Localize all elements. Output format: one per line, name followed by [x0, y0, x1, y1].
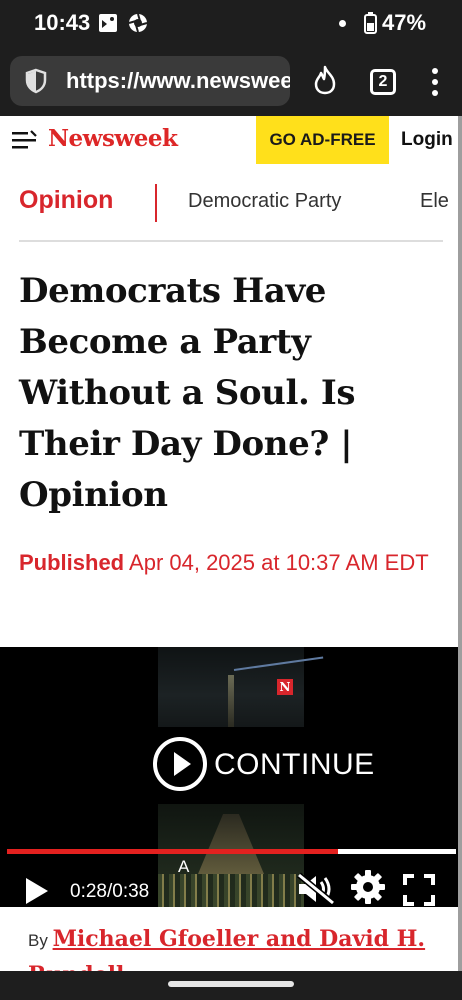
aperture-icon [128, 13, 148, 33]
tabs-icon[interactable]: 2 [370, 69, 396, 95]
section-link-democratic-party[interactable]: Democratic Party [188, 190, 341, 213]
battery-percent: 47% [382, 10, 427, 35]
continue-button[interactable]: CONTINUE [152, 736, 392, 796]
status-bar: 10:43 47% [0, 0, 462, 48]
section-nav: Opinion Democratic Party Ele [0, 176, 458, 230]
current-time: 0:28 [70, 881, 107, 902]
login-button[interactable]: Login [395, 116, 458, 164]
newsweek-badge: N [277, 679, 293, 695]
navigation-bar [0, 971, 462, 1000]
flame-icon[interactable] [312, 65, 338, 95]
tower-top [228, 675, 234, 727]
site-header: Newsweek GO AD-FREE Login [0, 116, 458, 164]
mute-icon[interactable] [296, 872, 336, 906]
notification-dot [339, 20, 346, 27]
article-headline: Democrats Have Become a Party Without a … [19, 271, 356, 515]
video-progress-fill [7, 849, 338, 854]
caption-mark: A [178, 857, 190, 876]
web-page: Newsweek GO AD-FREE Login Opinion Democr… [0, 116, 458, 971]
menu-icon[interactable] [12, 130, 40, 150]
video-time: 0:28/0:38 [70, 881, 149, 903]
byline-prefix: By [28, 931, 48, 950]
video-player[interactable]: N CONTINUE A 0:28/0:38 [0, 647, 458, 907]
image-icon [99, 14, 117, 32]
shield-icon[interactable] [24, 68, 48, 94]
byline: By Michael Gfoeller and David H. Rundell [28, 922, 448, 971]
play-circle-icon[interactable] [152, 736, 208, 792]
publish-date: Published Apr 04, 2025 at 10:37 AM EDT [19, 542, 444, 584]
browser-toolbar: https://www.newsweek.com 2 [0, 48, 462, 116]
published-date: Apr 04, 2025 at 10:37 AM EDT [129, 550, 429, 575]
light-beam [233, 656, 324, 671]
newsweek-logo[interactable]: Newsweek [48, 125, 178, 152]
battery-icon [364, 12, 377, 34]
scrollbar[interactable] [458, 116, 462, 971]
tower-base [198, 814, 264, 874]
home-gesture-handle[interactable] [168, 981, 294, 987]
author-link[interactable]: Michael Gfoeller and David H. Rundell [28, 926, 425, 971]
published-label: Published [19, 550, 125, 575]
duration: 0:38 [112, 881, 150, 902]
section-link-elections[interactable]: Ele [420, 190, 449, 213]
more-vert-icon[interactable] [425, 66, 445, 98]
continue-label[interactable]: CONTINUE [214, 748, 375, 782]
video-thumbnail-top: N [158, 647, 324, 727]
section-divider [155, 184, 157, 222]
go-ad-free-button[interactable]: GO AD-FREE [256, 116, 389, 164]
play-icon[interactable] [24, 876, 50, 906]
video-thumbnail-bottom [158, 804, 304, 907]
url-text[interactable]: https://www.newsweek.com [66, 68, 290, 94]
fullscreen-icon[interactable] [403, 874, 435, 906]
settings-icon[interactable] [350, 869, 386, 905]
status-time: 10:43 [34, 10, 91, 35]
divider [19, 240, 443, 242]
address-bar[interactable]: https://www.newsweek.com [10, 56, 290, 106]
city-lights [158, 874, 304, 907]
section-opinion[interactable]: Opinion [19, 186, 113, 215]
video-progress-bar[interactable] [7, 849, 456, 854]
